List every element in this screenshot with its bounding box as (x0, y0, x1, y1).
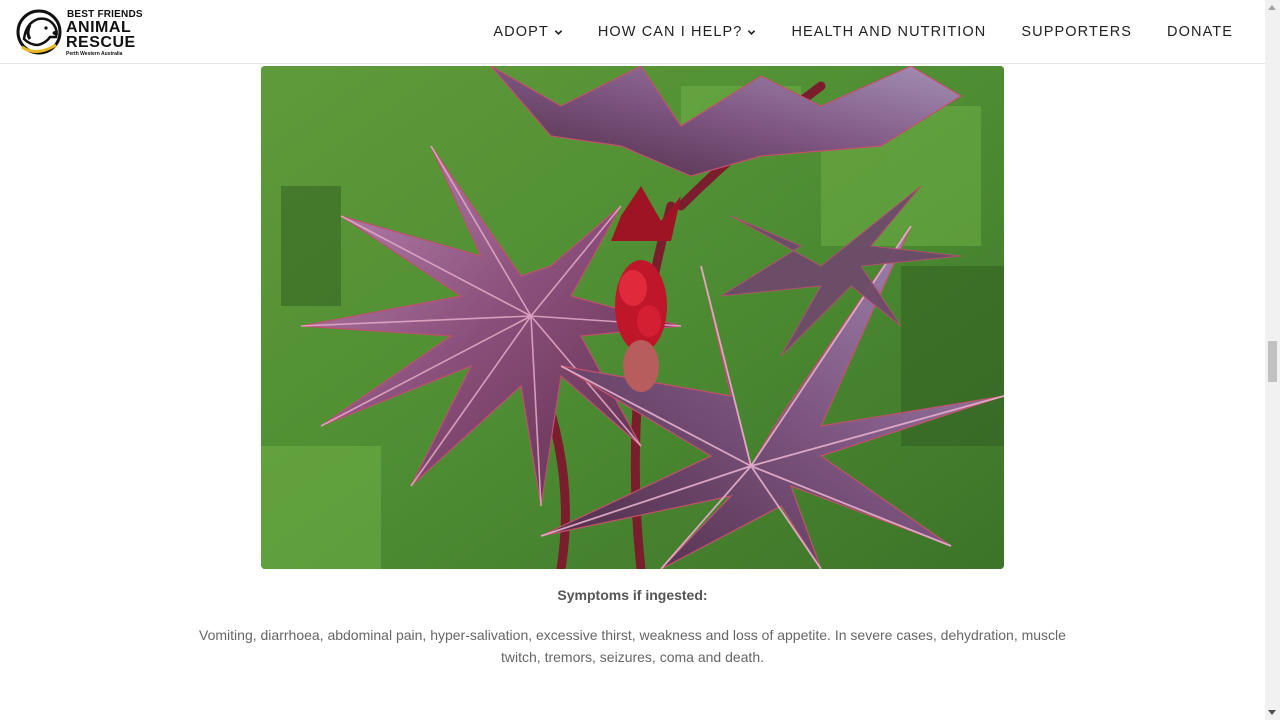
vertical-scrollbar[interactable] (1265, 0, 1280, 720)
nav-how-can-i-help[interactable]: HOW CAN I HELP? (598, 24, 757, 40)
dog-logo-icon (16, 9, 62, 55)
nav-supporters-label: SUPPORTERS (1021, 24, 1133, 40)
nav-health-and-nutrition[interactable]: HEALTH AND NUTRITION (791, 24, 986, 40)
logo-wordmark: BEST FRIENDS ANIMAL RESCUE Perth Western… (66, 10, 143, 57)
nav-donate-label: DONATE (1167, 24, 1233, 40)
symptoms-heading: Symptoms if ingested: (557, 587, 708, 603)
chevron-down-icon (748, 29, 756, 35)
scrollbar-thumb[interactable] (1268, 341, 1277, 382)
castor-bean-plant-photo (261, 66, 1004, 569)
nav-adopt-label: ADOPT (493, 24, 549, 40)
scroll-down-arrow-icon[interactable] (1268, 710, 1276, 715)
scroll-up-arrow-icon[interactable] (1268, 5, 1276, 10)
logo-line-3: RESCUE (66, 34, 136, 51)
logo-line-4: Perth Western Australia (66, 51, 123, 57)
symptoms-description: Vomiting, diarrhoea, abdominal pain, hyp… (199, 627, 1066, 665)
nav-supporters[interactable]: SUPPORTERS (1021, 24, 1132, 40)
chevron-down-icon (554, 29, 563, 35)
site-header: BEST FRIENDS ANIMAL RESCUE Perth Western… (0, 0, 1265, 64)
nav-health-label: HEALTH AND NUTRITION (791, 24, 987, 40)
main-nav: ADOPT HOW CAN I HELP? HEALTH AND NUTRITI… (493, 0, 1233, 64)
plant-illustration (261, 66, 1004, 569)
nav-adopt[interactable]: ADOPT (493, 24, 563, 40)
site-logo[interactable]: BEST FRIENDS ANIMAL RESCUE Perth Western… (16, 9, 146, 57)
nav-help-label: HOW CAN I HELP? (597, 24, 743, 40)
nav-donate[interactable]: DONATE (1167, 24, 1233, 40)
